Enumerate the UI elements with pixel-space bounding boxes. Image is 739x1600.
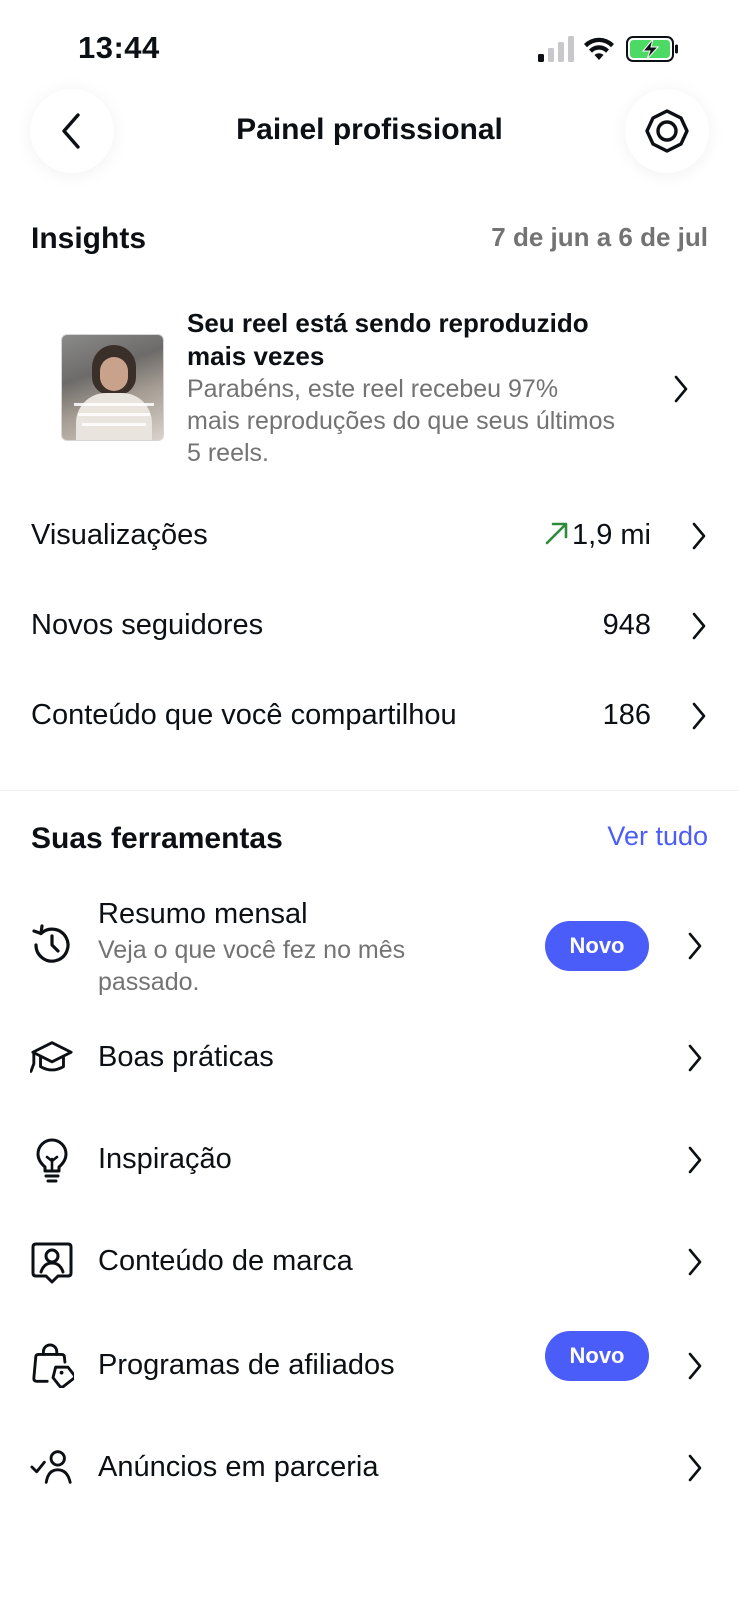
partnership-ads-icon — [30, 1445, 74, 1489]
new-badge: Novo — [545, 921, 649, 971]
section-divider — [0, 790, 739, 791]
shopping-bag-tag-icon — [30, 1343, 74, 1388]
metric-value: 1,9 mi — [572, 519, 651, 551]
metric-label: Novos seguidores — [31, 609, 264, 641]
metric-label: Visualizações — [31, 519, 208, 551]
chevron-right-icon — [692, 612, 706, 640]
chevron-right-icon — [688, 932, 702, 960]
status-icons — [538, 36, 678, 62]
see-all-link[interactable]: Ver tudo — [607, 821, 708, 852]
wifi-icon — [584, 37, 614, 60]
tool-label: Conteúdo de marca — [98, 1245, 353, 1277]
tool-label: Resumo mensal — [98, 898, 308, 930]
chevron-right-icon — [688, 1044, 702, 1072]
history-icon — [30, 923, 74, 967]
metric-label: Conteúdo que você compartilhou — [31, 699, 457, 731]
graduation-cap-icon — [30, 1036, 74, 1080]
chevron-right-icon — [674, 375, 688, 403]
chevron-right-icon — [688, 1352, 702, 1380]
tool-label: Programas de afiliados — [98, 1349, 395, 1381]
tools-title: Suas ferramentas — [31, 822, 283, 855]
chevron-right-icon — [688, 1146, 702, 1174]
chevron-right-icon — [692, 702, 706, 730]
insights-title: Insights — [31, 222, 147, 255]
settings-button[interactable] — [625, 89, 709, 173]
gear-icon — [645, 109, 689, 153]
trend-up-arrow-icon — [545, 522, 568, 545]
branded-content-icon — [30, 1240, 74, 1284]
highlight-title: Seu reel está sendo reproduzido mais vez… — [187, 308, 589, 371]
date-range[interactable]: 7 de jun a 6 de jul — [491, 222, 708, 253]
cellular-signal-icon — [538, 36, 574, 62]
metric-value: 948 — [602, 609, 651, 641]
metric-value: 186 — [602, 699, 651, 731]
tool-label: Anúncios em parceria — [98, 1451, 379, 1483]
battery-charging-icon — [626, 36, 678, 62]
tool-label: Boas práticas — [98, 1041, 274, 1073]
reel-thumbnail[interactable] — [61, 334, 164, 441]
status-time: 13:44 — [78, 30, 160, 65]
tool-subtitle: Veja o que você fez no mês passado. — [98, 936, 406, 996]
chevron-right-icon — [692, 522, 706, 550]
chevron-right-icon — [688, 1248, 702, 1276]
chevron-right-icon — [688, 1454, 702, 1482]
lightbulb-icon — [30, 1138, 74, 1183]
new-badge: Novo — [545, 1331, 649, 1381]
highlight-description: Parabéns, este reel recebeu 97% mais rep… — [187, 375, 616, 467]
tool-label: Inspiração — [98, 1143, 232, 1175]
